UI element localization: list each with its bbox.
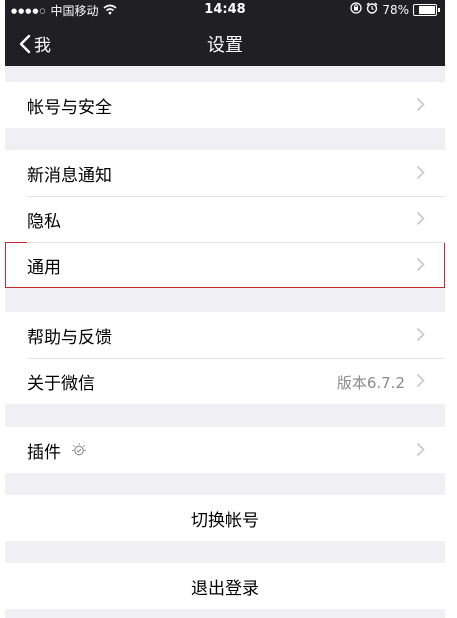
chevron-right-icon <box>416 165 425 180</box>
page-title: 设置 <box>207 35 243 56</box>
account-security-label: 帐号与安全 <box>27 97 112 118</box>
settings-screen: ●●●●○ 中国移动 14:48 78% 我 设置 帐号与安全 新消息通知 隐私… <box>5 0 445 618</box>
status-right: 78% <box>346 2 440 17</box>
battery-icon <box>413 3 440 16</box>
logout-label: 退出登录 <box>191 578 259 599</box>
lightbulb-icon <box>71 442 87 458</box>
chevron-right-icon <box>416 257 425 272</box>
logout-button[interactable]: 退出登录 <box>5 563 445 609</box>
chevron-right-icon <box>416 442 425 457</box>
chevron-right-icon <box>416 327 425 342</box>
help-feedback-cell[interactable]: 帮助与反馈 <box>5 312 445 358</box>
navigation-bar: 我 设置 <box>5 20 445 66</box>
about-wechat-cell[interactable]: 关于微信 版本6.7.2 <box>5 358 445 404</box>
version-label: 版本6.7.2 <box>336 374 405 392</box>
privacy-label: 隐私 <box>27 211 61 232</box>
plugins-cell[interactable]: 插件 <box>5 427 445 473</box>
logout-group: 退出登录 <box>5 563 445 609</box>
chevron-right-icon <box>416 97 425 112</box>
notifications-cell[interactable]: 新消息通知 <box>5 150 445 196</box>
battery-percent: 78% <box>382 2 409 17</box>
chevron-right-icon <box>416 373 425 388</box>
chevron-right-icon <box>416 211 425 226</box>
preferences-group: 新消息通知 隐私 通用 <box>5 150 445 288</box>
rotation-lock-icon <box>350 2 362 17</box>
switch-account-label: 切换帐号 <box>191 510 259 531</box>
status-bar: ●●●●○ 中国移动 14:48 78% <box>5 0 445 20</box>
plugins-group: 插件 <box>5 427 445 473</box>
plugins-label: 插件 <box>27 442 61 463</box>
help-feedback-label: 帮助与反馈 <box>27 327 112 348</box>
about-wechat-label: 关于微信 <box>27 373 95 394</box>
general-cell[interactable]: 通用 <box>5 242 445 288</box>
account-security-cell[interactable]: 帐号与安全 <box>5 82 445 128</box>
general-label: 通用 <box>27 257 61 278</box>
battery-fill <box>419 5 435 14</box>
switch-account-group: 切换帐号 <box>5 495 445 541</box>
privacy-cell[interactable]: 隐私 <box>5 196 445 242</box>
account-group: 帐号与安全 <box>5 82 445 128</box>
notifications-label: 新消息通知 <box>27 165 112 186</box>
alarm-icon <box>366 2 378 17</box>
info-group: 帮助与反馈 关于微信 版本6.7.2 <box>5 312 445 404</box>
switch-account-button[interactable]: 切换帐号 <box>5 495 445 541</box>
